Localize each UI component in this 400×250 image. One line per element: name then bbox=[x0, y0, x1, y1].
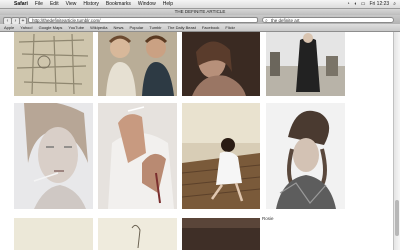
page-content: Rosie bbox=[0, 32, 393, 250]
pale-paper-image bbox=[14, 218, 93, 250]
sketch-map-image bbox=[14, 32, 93, 96]
photo-tile[interactable] bbox=[14, 32, 93, 96]
battery-icon[interactable]: ▭ bbox=[361, 0, 366, 8]
photo-tile[interactable] bbox=[98, 218, 177, 250]
menu-bookmarks[interactable]: Bookmarks bbox=[106, 0, 131, 8]
bookmark-item[interactable]: Flickr bbox=[225, 24, 235, 31]
bookmark-item[interactable]: Google Maps bbox=[39, 24, 63, 31]
status-area: ◔ ◖ ▭ Fri 12:23 ⌕ bbox=[347, 0, 396, 8]
beehive-hair-woman-photo bbox=[266, 103, 345, 209]
bookmark-item[interactable]: Yahoo! bbox=[20, 24, 32, 31]
clock[interactable]: Fri 12:23 bbox=[369, 0, 389, 8]
photo-caption: Rosie bbox=[262, 216, 274, 221]
menu-safari[interactable]: Safari bbox=[14, 0, 28, 8]
address-url: http://thedefinitearticle.tumblr.com/ bbox=[32, 17, 101, 23]
photo-tile[interactable] bbox=[98, 103, 177, 209]
woman-smoking-portrait bbox=[14, 103, 93, 209]
photo-tile[interactable] bbox=[182, 218, 260, 250]
bookmark-item[interactable]: Popular bbox=[130, 24, 144, 31]
search-field[interactable]: ⌕ the definite art bbox=[262, 16, 394, 24]
menu-window[interactable]: Window bbox=[138, 0, 156, 8]
search-icon: ⌕ bbox=[265, 17, 268, 24]
volume-icon[interactable]: ◖ bbox=[354, 0, 357, 8]
photo-tile[interactable] bbox=[14, 218, 93, 250]
spotlight-icon[interactable]: ⌕ bbox=[393, 0, 396, 8]
menu-help[interactable]: Help bbox=[163, 0, 173, 8]
bookmark-item[interactable]: YouTube bbox=[68, 24, 84, 31]
menu-bar: Safari File Edit View History Bookmarks … bbox=[0, 0, 400, 9]
pencil-drawing-image bbox=[98, 218, 177, 250]
address-bar[interactable]: http://thedefinitearticle.tumblr.com/ bbox=[28, 16, 258, 23]
menu-file[interactable]: File bbox=[35, 0, 43, 8]
menu-history[interactable]: History bbox=[83, 0, 99, 8]
two-children-photo bbox=[98, 32, 177, 96]
photo-tile[interactable] bbox=[266, 32, 345, 96]
wifi-icon[interactable]: ◔ bbox=[347, 0, 350, 8]
window-title: THE DEFINITE ARTICLE bbox=[174, 9, 226, 14]
bookmark-item[interactable]: Tumblr bbox=[149, 24, 161, 31]
menu-edit[interactable]: Edit bbox=[50, 0, 59, 8]
dark-photo-image bbox=[182, 218, 260, 250]
scrollbar-thumb[interactable] bbox=[395, 200, 399, 236]
photo-tile[interactable] bbox=[14, 103, 93, 209]
photo-tile[interactable] bbox=[266, 103, 345, 209]
bookmark-item[interactable]: The Daily Beast bbox=[168, 24, 196, 31]
bookmark-item[interactable]: Apple bbox=[4, 24, 14, 31]
browser-toolbar: ‹ › + http://thedefinitearticle.tumblr.c… bbox=[0, 15, 400, 25]
bookmark-item[interactable]: Wikipedia bbox=[90, 24, 107, 31]
vertical-scrollbar[interactable] bbox=[393, 32, 400, 250]
search-value: the definite art bbox=[271, 17, 300, 23]
city-street-photo bbox=[266, 32, 345, 96]
girl-running-stairs-photo bbox=[182, 103, 260, 209]
bookmark-item[interactable]: News bbox=[113, 24, 123, 31]
bookmarks-bar: Apple Yahoo! Google Maps YouTube Wikiped… bbox=[0, 24, 400, 32]
menu-items: Safari File Edit View History Bookmarks … bbox=[14, 0, 173, 8]
hands-cigarette-photo bbox=[98, 103, 177, 209]
photo-tile[interactable] bbox=[182, 103, 260, 209]
photo-tile[interactable] bbox=[98, 32, 177, 96]
bookmark-item[interactable]: Facebook bbox=[202, 24, 220, 31]
woman-portrait-photo bbox=[182, 32, 260, 96]
photo-tile[interactable] bbox=[182, 32, 260, 96]
menu-view[interactable]: View bbox=[66, 0, 77, 8]
